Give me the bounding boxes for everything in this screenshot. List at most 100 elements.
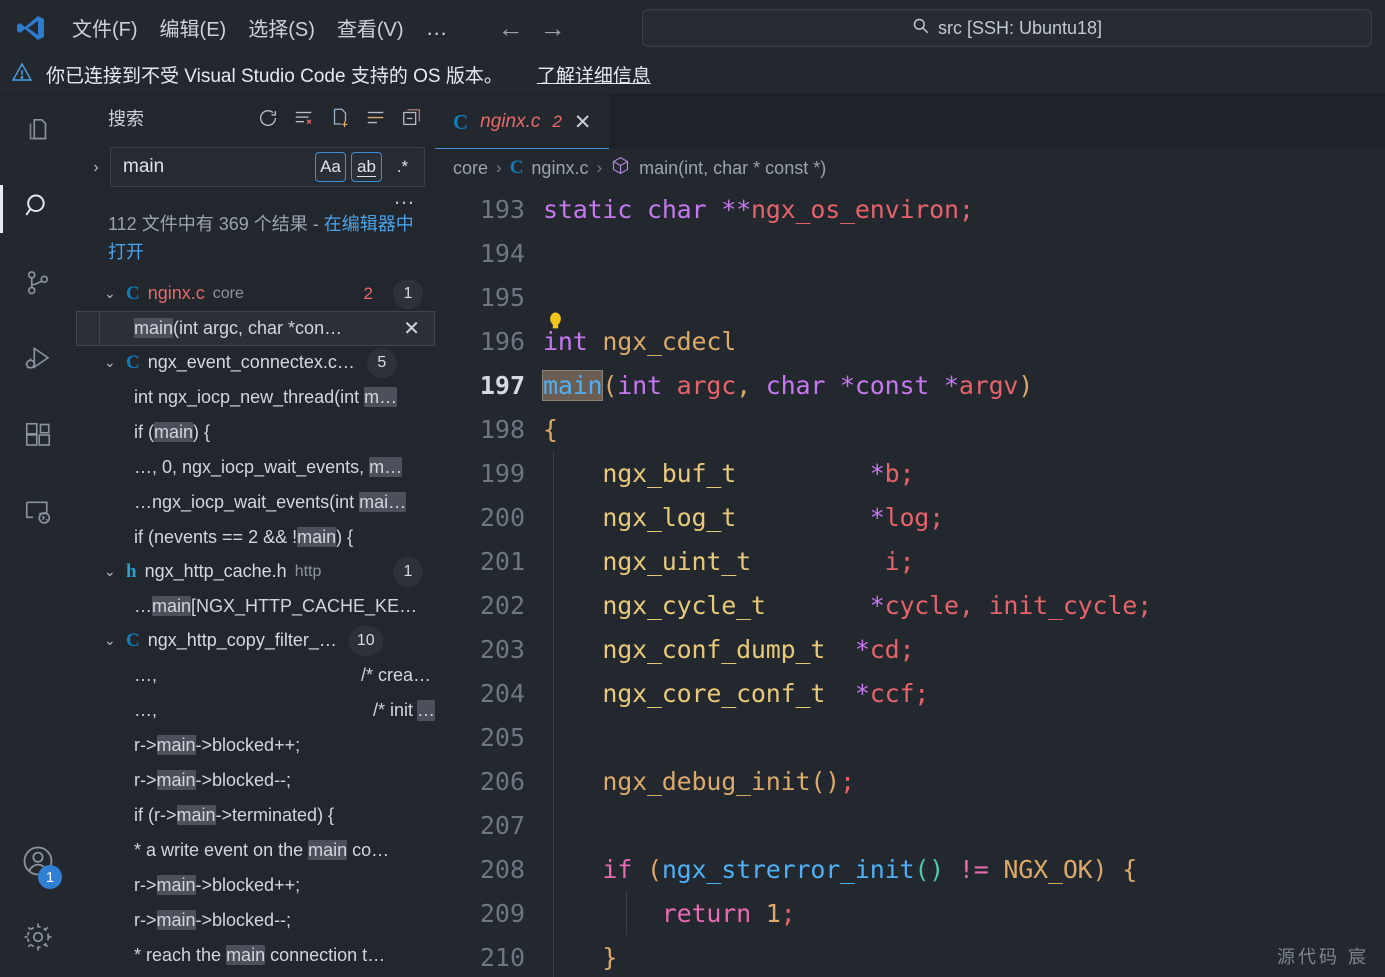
- code-line[interactable]: 199 ngx_buf_t *b;: [435, 451, 1385, 495]
- line-number: 194: [479, 238, 525, 268]
- search-match-text: …, 0, ngx_iocp_wait_events, m…: [134, 456, 403, 477]
- search-match-row[interactable]: if (nevents == 2 && !main) {: [76, 520, 435, 555]
- code-token: {: [1107, 854, 1138, 884]
- tab-nginx-c[interactable]: C nginx.c 2 ✕: [435, 95, 610, 149]
- search-results-tree[interactable]: ⌄ Cnginx.c core 2 1 main(int argc, char *con……: [76, 277, 435, 977]
- search-match-row[interactable]: * a write event on the main co…: [76, 833, 435, 868]
- menu-selection[interactable]: 选择(S): [248, 13, 315, 42]
- code-line[interactable]: 210 }: [435, 935, 1385, 977]
- breadcrumb-item-symbol[interactable]: main(int, char * const *): [639, 158, 826, 179]
- code-line[interactable]: 196 int ngx_cdecl: [435, 312, 1385, 363]
- activity-item-account[interactable]: 1: [0, 825, 76, 901]
- search-match-highlight: main: [297, 526, 337, 547]
- search-match-row[interactable]: r->main->blocked--;: [76, 763, 435, 798]
- code-token: ): [1018, 370, 1034, 400]
- search-match-highlight: main: [152, 595, 192, 616]
- activity-item-explorer[interactable]: [0, 95, 76, 171]
- lightbulb-icon[interactable]: [547, 311, 564, 338]
- code-line[interactable]: 200 ngx_log_t *log;: [435, 495, 1385, 539]
- menu-edit[interactable]: 编辑(E): [160, 13, 227, 42]
- search-match-row[interactable]: * reach the main connection t…: [76, 938, 435, 973]
- breadcrumb[interactable]: core › C nginx.c › main(int, char * cons…: [435, 149, 1385, 187]
- chevron-down-icon[interactable]: ⌄: [104, 354, 118, 371]
- breadcrumb-item-core[interactable]: core: [453, 158, 488, 179]
- activity-item-search[interactable]: [0, 171, 76, 247]
- activity-item-remote-explorer[interactable]: [0, 475, 76, 551]
- clear-all-icon[interactable]: [293, 107, 315, 129]
- menu-view[interactable]: 查看(V): [337, 13, 404, 42]
- search-input[interactable]: main Aa ab .*: [110, 147, 425, 187]
- code-token: }: [543, 942, 618, 972]
- menu-bar[interactable]: 文件(F) 编辑(E) 选择(S) 查看(V) …: [72, 13, 450, 42]
- search-summary-text: 112 文件中有 369 个结果 -: [108, 214, 324, 234]
- search-match-row[interactable]: …ngx_iocp_wait_events(int mai…: [76, 485, 435, 520]
- go-back-icon[interactable]: ←: [498, 15, 524, 41]
- new-search-editor-icon[interactable]: [329, 107, 351, 129]
- navigation-buttons[interactable]: ← →: [498, 15, 566, 41]
- search-match-text: r->main->blocked--;: [134, 909, 292, 930]
- search-match-row[interactable]: main(int argc, char *con… ✕: [76, 310, 435, 346]
- breadcrumb-item-file[interactable]: nginx.c: [531, 158, 588, 179]
- search-file-row[interactable]: ⌄ Cnginx.c core 2 1: [76, 277, 435, 311]
- dismiss-match-icon[interactable]: ✕: [403, 316, 420, 341]
- code-line[interactable]: 194: [435, 231, 1385, 275]
- activity-item-run-debug[interactable]: [0, 323, 76, 399]
- view-as-list-icon[interactable]: [365, 107, 387, 129]
- search-file-folder: core: [212, 284, 244, 302]
- search-match-row[interactable]: …, /* crea…: [76, 658, 435, 693]
- indent-guide: [553, 891, 554, 935]
- code-line[interactable]: 201 ngx_uint_t i;: [435, 539, 1385, 583]
- activity-item-extensions[interactable]: [0, 399, 76, 475]
- chevron-down-icon[interactable]: ⌄: [104, 563, 118, 580]
- search-file-row[interactable]: ⌄ Cngx_event_connectex.c… 5: [76, 346, 435, 380]
- search-match-row[interactable]: r->main->blocked++;: [76, 728, 435, 763]
- search-match-row[interactable]: …, 0, ngx_iocp_wait_events, m…: [76, 450, 435, 485]
- account-badge: 1: [38, 865, 62, 889]
- activity-item-source-control[interactable]: [0, 247, 76, 323]
- search-file-row[interactable]: ⌄ h ngx_http_cache.h http 1: [76, 555, 435, 589]
- search-match-row[interactable]: r->main->blocked--;: [76, 903, 435, 938]
- search-match-row[interactable]: …, /* init …: [76, 693, 435, 728]
- search-details-button[interactable]: …: [76, 186, 435, 208]
- menu-more-button[interactable]: …: [426, 16, 450, 38]
- close-icon[interactable]: ✕: [574, 110, 592, 135]
- indent-guide: [553, 847, 554, 891]
- go-forward-icon[interactable]: →: [540, 15, 566, 41]
- code-token: ,: [736, 370, 766, 400]
- activity-item-settings[interactable]: [0, 901, 76, 977]
- search-match-row[interactable]: r->main->blocked++;: [76, 868, 435, 903]
- code-line[interactable]: 207: [435, 803, 1385, 847]
- code-line[interactable]: 197 main(int argc, char *const *argv): [435, 363, 1385, 407]
- code-line[interactable]: 208 if (ngx_strerror_init() != NGX_OK) {: [435, 847, 1385, 891]
- code-line[interactable]: 198 {: [435, 407, 1385, 451]
- search-match-row[interactable]: …main[NGX_HTTP_CACHE_KE…: [76, 589, 435, 624]
- search-input-value[interactable]: main: [123, 156, 315, 178]
- search-match-text: * reach the main connection t…: [134, 944, 386, 965]
- refresh-icon[interactable]: [257, 107, 279, 129]
- code-line[interactable]: 206 ngx_debug_init();: [435, 759, 1385, 803]
- toggle-replace-chevron-icon[interactable]: ›: [82, 147, 110, 177]
- code-editor[interactable]: 源代码 宸 193 static char **ngx_os_environ; 19…: [435, 187, 1385, 977]
- match-case-toggle[interactable]: Aa: [315, 152, 346, 182]
- code-line[interactable]: 202 ngx_cycle_t *cycle, init_cycle;: [435, 583, 1385, 627]
- code-line[interactable]: 203 ngx_conf_dump_t *cd;: [435, 627, 1385, 671]
- code-line[interactable]: 209 return 1;: [435, 891, 1385, 935]
- search-match-row[interactable]: int ngx_iocp_new_thread(int m…: [76, 380, 435, 415]
- match-whole-word-toggle[interactable]: ab: [351, 152, 382, 182]
- chevron-down-icon[interactable]: ⌄: [104, 632, 118, 649]
- code-token: char: [765, 370, 841, 400]
- search-match-row[interactable]: if (r->main->terminated) {: [76, 798, 435, 833]
- search-file-match-count: 1: [393, 278, 423, 309]
- search-match-row[interactable]: if (main) {: [76, 415, 435, 450]
- code-line[interactable]: 193 static char **ngx_os_environ;: [435, 187, 1385, 231]
- chevron-down-icon[interactable]: ⌄: [104, 285, 118, 302]
- code-line[interactable]: 205: [435, 715, 1385, 759]
- collapse-all-icon[interactable]: [401, 107, 423, 129]
- search-file-row[interactable]: ⌄ Cngx_http_copy_filter_… 10: [76, 624, 435, 658]
- code-line[interactable]: 204 ngx_core_conf_t *ccf;: [435, 671, 1385, 715]
- code-line[interactable]: 195: [435, 275, 1385, 319]
- menu-file[interactable]: 文件(F): [72, 13, 138, 42]
- command-center[interactable]: src [SSH: Ubuntu18]: [642, 9, 1372, 47]
- use-regex-toggle[interactable]: .*: [387, 152, 418, 182]
- banner-learn-more-link[interactable]: 了解详细信息: [537, 61, 651, 88]
